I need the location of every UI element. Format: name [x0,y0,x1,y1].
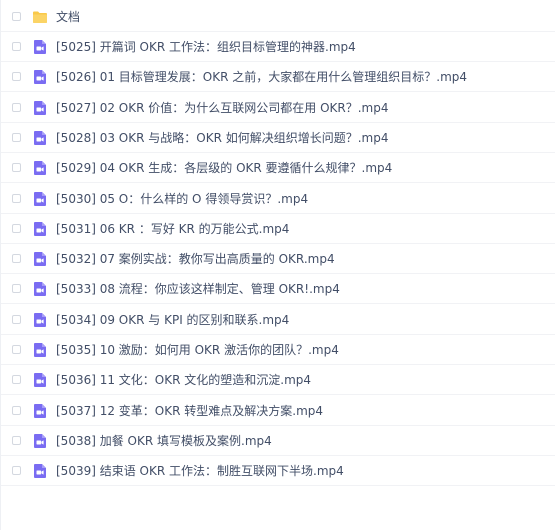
row-checkbox[interactable] [12,315,21,324]
file-row[interactable]: [5036] 11 文化：OKR 文化的塑造和沉淀.mp4 [1,365,555,395]
file-name[interactable]: [5034] 09 OKR 与 KPI 的区别和联系.mp4 [56,305,289,335]
file-name[interactable]: [5036] 11 文化：OKR 文化的塑造和沉淀.mp4 [56,365,311,395]
file-name[interactable]: [5032] 07 案例实战：教你写出高质量的 OKR.mp4 [56,244,335,274]
row-checkbox[interactable] [12,345,21,354]
row-checkbox[interactable] [12,224,21,233]
video-file-icon [32,160,48,176]
file-row[interactable]: [5031] 06 KR ：写好 KR 的万能公式.mp4 [1,214,555,244]
video-file-icon [32,130,48,146]
file-name[interactable]: [5039] 结束语 OKR 工作法：制胜互联网下半场.mp4 [56,456,344,486]
file-name[interactable]: [5035] 10 激励：如何用 OKR 激活你的团队？.mp4 [56,335,339,365]
video-file-icon [32,69,48,85]
folder-name[interactable]: 文档 [56,2,80,32]
video-file-icon [32,100,48,116]
file-name[interactable]: [5025] 开篇词 OKR 工作法：组织目标管理的神器.mp4 [56,32,356,62]
row-checkbox[interactable] [12,103,21,112]
row-checkbox[interactable] [12,375,21,384]
video-file-icon [32,251,48,267]
file-name[interactable]: [5026] 01 目标管理发展：OKR 之前，大家都在用什么管理组织目标？.m… [56,62,467,92]
file-row[interactable]: [5037] 12 变革：OKR 转型难点及解决方案.mp4 [1,396,555,426]
row-checkbox[interactable] [12,406,21,415]
file-row[interactable]: [5028] 03 OKR 与战略：OKR 如何解决组织增长问题？.mp4 [1,123,555,153]
file-row[interactable]: [5034] 09 OKR 与 KPI 的区别和联系.mp4 [1,305,555,335]
row-checkbox[interactable] [12,163,21,172]
video-file-icon [32,463,48,479]
row-checkbox[interactable] [12,436,21,445]
row-checkbox[interactable] [12,284,21,293]
video-file-icon [32,221,48,237]
file-name[interactable]: [5037] 12 变革：OKR 转型难点及解决方案.mp4 [56,396,323,426]
row-checkbox[interactable] [12,12,21,21]
file-name[interactable]: [5033] 08 流程：你应该这样制定、管理 OKR!.mp4 [56,274,340,304]
row-checkbox[interactable] [12,466,21,475]
row-checkbox[interactable] [12,42,21,51]
row-checkbox[interactable] [12,194,21,203]
row-checkbox[interactable] [12,133,21,142]
video-file-icon [32,372,48,388]
file-name[interactable]: [5029] 04 OKR 生成：各层级的 OKR 要遵循什么规律？.mp4 [56,153,392,183]
file-row[interactable]: [5035] 10 激励：如何用 OKR 激活你的团队？.mp4 [1,335,555,365]
file-row[interactable]: [5038] 加餐 OKR 填写模板及案例.mp4 [1,426,555,456]
video-file-icon [32,433,48,449]
video-file-icon [32,312,48,328]
file-row[interactable]: [5033] 08 流程：你应该这样制定、管理 OKR!.mp4 [1,274,555,304]
folder-icon [32,9,48,25]
file-row[interactable]: [5025] 开篇词 OKR 工作法：组织目标管理的神器.mp4 [1,32,555,62]
row-checkbox[interactable] [12,254,21,263]
video-file-icon [32,342,48,358]
file-name[interactable]: [5028] 03 OKR 与战略：OKR 如何解决组织增长问题？.mp4 [56,123,389,153]
file-row[interactable]: [5026] 01 目标管理发展：OKR 之前，大家都在用什么管理组织目标？.m… [1,62,555,92]
file-row[interactable]: [5030] 05 O：什么样的 O 得领导赏识？.mp4 [1,184,555,214]
file-row[interactable]: [5029] 04 OKR 生成：各层级的 OKR 要遵循什么规律？.mp4 [1,153,555,183]
video-file-icon [32,191,48,207]
file-list: 文档 [5025] 开篇词 OKR 工作法：组织目标管理的神器.mp4 [5026… [0,0,555,530]
folder-row[interactable]: 文档 [1,2,555,32]
file-name[interactable]: [5031] 06 KR ：写好 KR 的万能公式.mp4 [56,214,289,244]
file-name[interactable]: [5038] 加餐 OKR 填写模板及案例.mp4 [56,426,272,456]
file-row[interactable]: [5039] 结束语 OKR 工作法：制胜互联网下半场.mp4 [1,456,555,486]
file-name[interactable]: [5027] 02 OKR 价值：为什么互联网公司都在用 OKR？.mp4 [56,93,389,123]
file-row[interactable]: [5032] 07 案例实战：教你写出高质量的 OKR.mp4 [1,244,555,274]
video-file-icon [32,39,48,55]
file-row[interactable]: [5027] 02 OKR 价值：为什么互联网公司都在用 OKR？.mp4 [1,93,555,123]
file-name[interactable]: [5030] 05 O：什么样的 O 得领导赏识？.mp4 [56,184,308,214]
video-file-icon [32,403,48,419]
video-file-icon [32,281,48,297]
row-checkbox[interactable] [12,72,21,81]
